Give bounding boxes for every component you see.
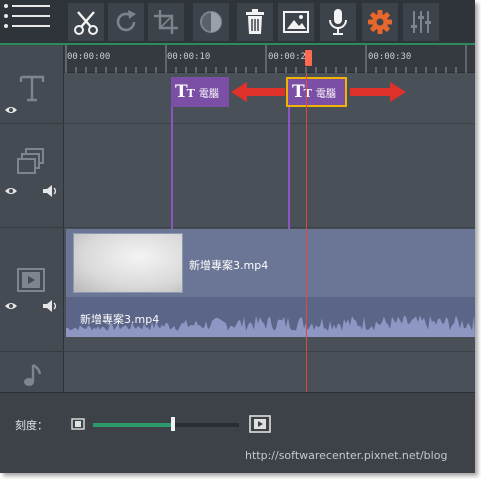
overlay-video-icon: [17, 148, 44, 174]
menu-button[interactable]: [0, 0, 64, 44]
zoom-out-film-icon[interactable]: [71, 418, 85, 430]
drag-left-arrow-icon: [231, 82, 285, 102]
record-audio-button[interactable]: [320, 3, 356, 41]
equalizer-button[interactable]: [403, 3, 439, 41]
cut-button[interactable]: [68, 3, 104, 41]
eye-icon[interactable]: [4, 301, 18, 311]
title-track: TT 電腦 TT 電腦: [64, 73, 475, 124]
film-icon: [17, 268, 45, 292]
title-clip-text: 電腦: [315, 88, 336, 100]
overlay-track-header: [0, 124, 64, 228]
ruler-tick-label: 00:00:00: [67, 52, 111, 62]
gear-icon: [368, 10, 392, 34]
ruler-tick-label: 00:00:10: [167, 52, 211, 62]
settings-button[interactable]: [362, 3, 398, 41]
title-clip-link-line: [288, 107, 290, 229]
title-clip-selected[interactable]: TT 電腦: [286, 77, 347, 107]
rotate-button[interactable]: [108, 3, 144, 41]
rotate-icon: [116, 10, 136, 32]
video-thumbnail: [73, 233, 183, 293]
bottom-bar: 刻度： http://softwarecenter.pixnet.net/blo…: [0, 392, 475, 473]
ruler-tick-label: 00:00:30: [368, 52, 412, 62]
title-clip[interactable]: TT 電腦: [171, 77, 229, 107]
video-editor-window: 00:00:00 00:00:10 00:00:20 00:00:30 TT 電…: [0, 0, 475, 473]
watermark-url: http://softwarecenter.pixnet.net/blog: [245, 449, 448, 462]
scale-label: 刻度：: [15, 419, 48, 432]
audio-clip-name: 新增專案3.mp4: [80, 313, 160, 326]
eye-icon[interactable]: [4, 186, 18, 196]
list-menu-icon: [4, 4, 50, 28]
title-clip-link-line: [171, 107, 173, 229]
toolbar: [0, 0, 475, 45]
track-headers: [0, 45, 64, 392]
speaker-icon[interactable]: [42, 299, 58, 313]
image-icon: [283, 11, 309, 33]
timeline-tracks: TT 電腦 TT 電腦 新增專案3.mp4 新增專案3.mp4: [64, 73, 475, 392]
title-clip-text: 電腦: [198, 88, 219, 100]
audio-clip[interactable]: 新增專案3.mp4: [66, 297, 475, 337]
zoom-slider-thumb[interactable]: [171, 417, 176, 431]
music-note-icon: [24, 363, 42, 386]
overlay-track: [64, 124, 475, 228]
crop-button[interactable]: [148, 3, 184, 41]
music-track-header: [0, 352, 64, 392]
playhead-line: [306, 73, 307, 392]
color-adjust-button[interactable]: [193, 3, 229, 41]
eye-icon[interactable]: [4, 105, 18, 115]
main-video-track-header: [0, 228, 64, 352]
scissors-icon: [74, 11, 98, 35]
video-clip[interactable]: 新增專案3.mp4: [66, 229, 475, 297]
contrast-icon: [200, 11, 222, 33]
trash-icon: [246, 9, 264, 34]
zoom-slider-fill: [93, 423, 174, 427]
delete-button[interactable]: [237, 3, 273, 41]
video-clip-name: 新增專案3.mp4: [189, 259, 269, 272]
zoom-slider[interactable]: [93, 423, 239, 427]
music-track: [64, 352, 475, 392]
timeline-ruler[interactable]: 00:00:00 00:00:10 00:00:20 00:00:30: [64, 45, 475, 73]
text-glyph-icon: TT: [175, 82, 195, 102]
speaker-icon[interactable]: [42, 184, 58, 198]
sliders-icon: [411, 11, 431, 33]
title-track-header: [0, 45, 64, 124]
zoom-in-film-icon[interactable]: [249, 415, 271, 433]
drag-right-arrow-icon: [350, 82, 406, 102]
microphone-icon: [329, 9, 347, 35]
playhead-handle[interactable]: [305, 50, 312, 66]
text-track-icon: [19, 75, 45, 102]
text-glyph-icon: TT: [292, 82, 312, 102]
image-button[interactable]: [278, 3, 314, 41]
crop-icon: [154, 10, 178, 34]
